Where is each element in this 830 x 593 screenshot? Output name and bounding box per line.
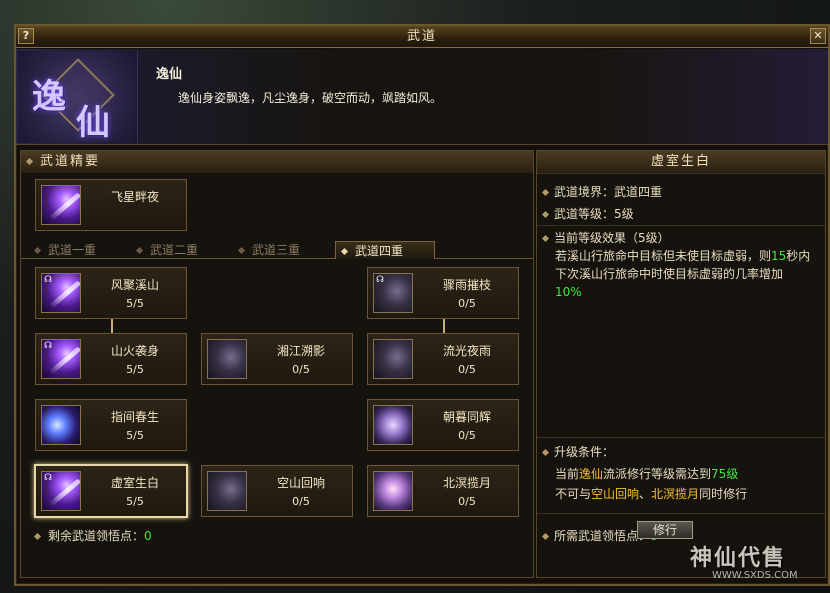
upgrade-req-exclusive: 不可与空山回响、北溟揽月同时修行	[555, 487, 748, 501]
school-emblem: 逸 仙	[18, 51, 138, 143]
level-line: 武道等级：5级	[541, 205, 634, 222]
skill-detail-panel: 虚室生白 武道境界：武道四重 武道等级：5级 当前等级效果（5级） 若溪山行旅命…	[536, 150, 826, 578]
effect-text: 若溪山行旅命中目标但未使目标虚弱，则15秒内下次溪山行旅命中时使目标虚弱的几率增…	[555, 249, 811, 299]
dawn-dusk-icon	[373, 405, 413, 445]
essence-card[interactable]: 飞星畔夜	[35, 179, 187, 231]
emblem-char-2: 仙	[76, 103, 110, 143]
tree-connector	[443, 319, 445, 333]
remaining-points: 剩余武道领悟点：0	[33, 527, 152, 544]
tier-tabs: 武道一重 武道二重 武道三重 武道四重	[21, 241, 533, 259]
essence-header: 武道精要	[21, 151, 533, 173]
upgrade-title: 升级条件：	[541, 443, 614, 460]
cultivate-button[interactable]: 修行	[637, 521, 693, 539]
skill-header: 逸 仙 逸仙 逸仙身姿飘逸，凡尘逸身，破空而动，飒踏如风。	[16, 49, 828, 145]
realm-line: 武道境界：武道四重	[541, 183, 662, 200]
skill-card-xiangjiang[interactable]: 湘江溯影 0/5	[201, 333, 353, 385]
river-shadow-icon	[207, 339, 247, 379]
watermark-brand: 神仙代售	[690, 545, 787, 571]
flying-star-icon	[41, 185, 82, 225]
watermark-url: WWW.SXDS.COM	[712, 570, 798, 581]
help-button[interactable]: ?	[18, 28, 34, 44]
title-bar[interactable]: 武道 ? ✕	[16, 26, 828, 48]
skill-card-zhaomu[interactable]: 朝暮同辉 0/5	[367, 399, 519, 451]
wind-valley-icon: ☊	[41, 273, 82, 313]
school-description: 逸仙身姿飘逸，凡尘逸身，破空而动，飒踏如风。	[178, 91, 443, 105]
tab-tier-3[interactable]: 武道三重	[233, 241, 333, 259]
streaming-light-icon	[373, 339, 413, 379]
skill-card-liuguang[interactable]: 流光夜雨 0/5	[367, 333, 519, 385]
skill-card-kongshan[interactable]: 空山回响 0/5	[201, 465, 353, 517]
skill-card-zhijian[interactable]: 指间春生 5/5	[35, 399, 187, 451]
tab-tier-4[interactable]: 武道四重	[335, 241, 435, 259]
school-name: 逸仙	[156, 67, 183, 82]
detail-title: 虚室生白	[537, 151, 825, 173]
skill-card-shanhuo[interactable]: ☊ 山火袭身 5/5	[35, 333, 187, 385]
skill-card-zhouyu[interactable]: ☊ 骤雨摧枝 0/5	[367, 267, 519, 319]
close-button[interactable]: ✕	[810, 28, 826, 44]
effect-title: 当前等级效果（5级）	[541, 229, 670, 246]
tab-tier-2[interactable]: 武道二重	[131, 241, 231, 259]
window-title: 武道	[406, 29, 437, 44]
martial-dao-window: 武道 ? ✕ 逸 仙 逸仙 逸仙身姿飘逸，凡尘逸身，破空而动，飒踏如风。 武道精…	[14, 24, 830, 586]
skill-tree-panel: 武道精要 飞星畔夜 武道一重 武道二重 武道三重 武道四重 ☊ 风聚溪山 5/5…	[20, 150, 534, 578]
skill-card-xushi-selected[interactable]: ☊ 虚室生白 5/5	[34, 464, 188, 518]
mountain-fire-icon: ☊	[41, 339, 82, 379]
essence-title: 武道精要	[40, 154, 101, 169]
echo-mountain-icon	[207, 471, 247, 511]
tree-connector	[111, 319, 113, 333]
tab-tier-1[interactable]: 武道一重	[29, 241, 129, 259]
north-sea-moon-icon	[373, 471, 413, 511]
spring-finger-icon	[41, 405, 81, 445]
skill-card-beiming[interactable]: 北溟揽月 0/5	[367, 465, 519, 517]
void-room-icon: ☊	[41, 471, 82, 511]
storm-rain-icon: ☊	[373, 273, 413, 313]
emblem-char-1: 逸	[32, 77, 66, 117]
upgrade-req-level: 当前逸仙流派修行等级需达到75级	[555, 467, 739, 481]
skill-card-fengju[interactable]: ☊ 风聚溪山 5/5	[35, 267, 187, 319]
essence-name: 飞星畔夜	[110, 190, 159, 204]
